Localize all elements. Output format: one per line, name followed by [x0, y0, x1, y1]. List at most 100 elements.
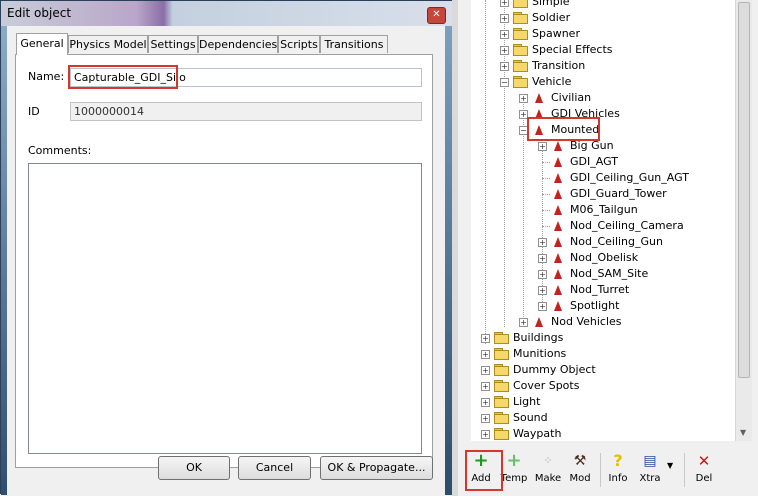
expand-icon[interactable]: + — [481, 350, 490, 359]
tree-node[interactable]: + Spotlight — [471, 298, 735, 314]
tree-node-label: Big Gun — [570, 139, 614, 152]
expand-icon[interactable]: + — [481, 430, 490, 439]
expand-icon[interactable]: + — [500, 30, 509, 39]
xtra-icon: ▤ — [643, 453, 657, 469]
tree-node-label: M06_Tailgun — [570, 203, 638, 216]
toolbar-separator — [600, 453, 601, 487]
expand-icon[interactable]: + — [481, 382, 490, 391]
expand-icon[interactable]: + — [519, 318, 528, 327]
object-tree[interactable]: + Simple + Soldier + Spawner + Special Effects +… — [471, 0, 735, 441]
close-button[interactable]: ✕ — [427, 7, 446, 24]
tab-settings[interactable]: Settings — [148, 35, 198, 53]
expand-icon[interactable]: + — [481, 366, 490, 375]
vehicle-icon — [554, 237, 562, 247]
expand-icon[interactable]: + — [538, 286, 547, 295]
scrollbar-thumb[interactable] — [738, 2, 750, 378]
tree-node[interactable]: + Waypath — [471, 426, 735, 441]
expand-icon[interactable]: + — [538, 270, 547, 279]
folder-icon — [494, 364, 510, 376]
tree-node[interactable]: + Munitions — [471, 346, 735, 362]
cancel-button[interactable]: Cancel — [238, 456, 311, 480]
info-button[interactable]: ? Info — [602, 451, 634, 491]
tree-node[interactable]: + Special Effects — [471, 42, 735, 58]
expand-icon[interactable]: + — [500, 62, 509, 71]
expand-icon[interactable]: + — [538, 238, 547, 247]
make-button[interactable]: ⁘ Make — [532, 451, 564, 491]
tree-node[interactable]: + Nod_Obelisk — [471, 250, 735, 266]
expand-icon[interactable]: + — [538, 254, 547, 263]
tree-scrollbar[interactable]: ▼ — [735, 0, 752, 441]
tree-node-label: GDI_Guard_Tower — [570, 187, 667, 200]
dropdown-arrow-icon: ▼ — [667, 461, 674, 470]
tree-node[interactable]: − Vehicle — [471, 74, 735, 90]
comments-textarea[interactable] — [28, 163, 422, 454]
tree-node[interactable]: + Transition — [471, 58, 735, 74]
tree-node[interactable]: + Soldier — [471, 10, 735, 26]
tree-node[interactable]: + GDI Vehicles — [471, 106, 735, 122]
make-label: Make — [534, 473, 562, 484]
expand-icon[interactable]: + — [538, 302, 547, 311]
vehicle-icon — [535, 93, 543, 103]
tab-physics-model[interactable]: Physics Model — [68, 35, 148, 53]
xtra-button[interactable]: ▤ Xtra — [634, 451, 666, 491]
vehicle-icon — [554, 269, 562, 279]
tree-node[interactable]: + Nod_Turret — [471, 282, 735, 298]
folder-icon — [513, 76, 529, 88]
tree-node[interactable]: + Light — [471, 394, 735, 410]
expand-icon[interactable]: + — [500, 46, 509, 55]
tree-node[interactable]: + Cover Spots — [471, 378, 735, 394]
tree-node[interactable]: + Sound — [471, 410, 735, 426]
ok-button[interactable]: OK — [158, 456, 230, 480]
expand-icon[interactable]: + — [500, 0, 509, 7]
tree-node-label: Waypath — [513, 427, 562, 440]
tree-node-label: Civilian — [551, 91, 592, 104]
tree-node[interactable]: GDI_AGT — [471, 154, 735, 170]
tab-general[interactable]: General — [16, 33, 68, 55]
tree-node[interactable]: + Nod_SAM_Site — [471, 266, 735, 282]
del-button[interactable]: ✕ Del — [688, 451, 720, 491]
mod-button[interactable]: ⚒ Mod — [564, 451, 596, 491]
tree-node[interactable]: + Nod_Ceiling_Gun — [471, 234, 735, 250]
tree-node[interactable]: + Civilian — [471, 90, 735, 106]
tree-node[interactable]: + Dummy Object — [471, 362, 735, 378]
ok-propagate-button[interactable]: OK & Propagate... — [320, 456, 433, 480]
expand-icon[interactable]: + — [538, 142, 547, 151]
scroll-down-arrow-icon[interactable]: ▼ — [740, 428, 746, 437]
tree-connector — [542, 194, 550, 195]
tree-node-label: Nod Vehicles — [551, 315, 622, 328]
expand-icon[interactable]: + — [519, 94, 528, 103]
name-highlight-box — [68, 65, 178, 89]
tree-frame — [458, 0, 471, 441]
vehicle-icon — [535, 317, 543, 327]
tree-node[interactable]: − Mounted — [471, 117, 735, 141]
xtra-label: Xtra — [639, 473, 661, 484]
tree-node[interactable]: GDI_Ceiling_Gun_AGT — [471, 170, 735, 186]
xtra-dropdown[interactable]: ▼ — [664, 451, 678, 491]
comments-label: Comments: — [28, 144, 92, 157]
vehicle-icon — [554, 205, 562, 215]
del-label: Del — [695, 473, 713, 484]
vehicle-icon — [554, 173, 562, 183]
dialog-titlebar[interactable]: Edit object ✕ — [1, 1, 453, 26]
tree-node[interactable]: Nod_Ceiling_Camera — [471, 218, 735, 234]
tree-node[interactable]: + Simple — [471, 0, 735, 10]
tree-node-label: Soldier — [532, 11, 571, 24]
collapse-icon[interactable]: − — [500, 78, 509, 87]
tab-scripts[interactable]: Scripts — [278, 35, 320, 53]
tree-node[interactable]: + Buildings — [471, 330, 735, 346]
expand-icon[interactable]: + — [481, 414, 490, 423]
tab-transitions[interactable]: Transitions — [320, 35, 388, 53]
tree-node[interactable]: + Spawner — [471, 26, 735, 42]
expand-icon[interactable]: + — [481, 398, 490, 407]
tree-node-label: Spotlight — [570, 299, 620, 312]
id-label: ID — [28, 105, 40, 118]
expand-icon[interactable]: + — [500, 14, 509, 23]
folder-icon — [494, 348, 510, 360]
tree-node[interactable]: M06_Tailgun — [471, 202, 735, 218]
tree-node[interactable]: GDI_Guard_Tower — [471, 186, 735, 202]
vehicle-icon — [554, 189, 562, 199]
expand-icon[interactable]: + — [481, 334, 490, 343]
tree-node[interactable]: + Big Gun — [471, 138, 735, 154]
tab-dependencies[interactable]: Dependencies — [198, 35, 278, 53]
tree-node[interactable]: + Nod Vehicles — [471, 314, 735, 330]
